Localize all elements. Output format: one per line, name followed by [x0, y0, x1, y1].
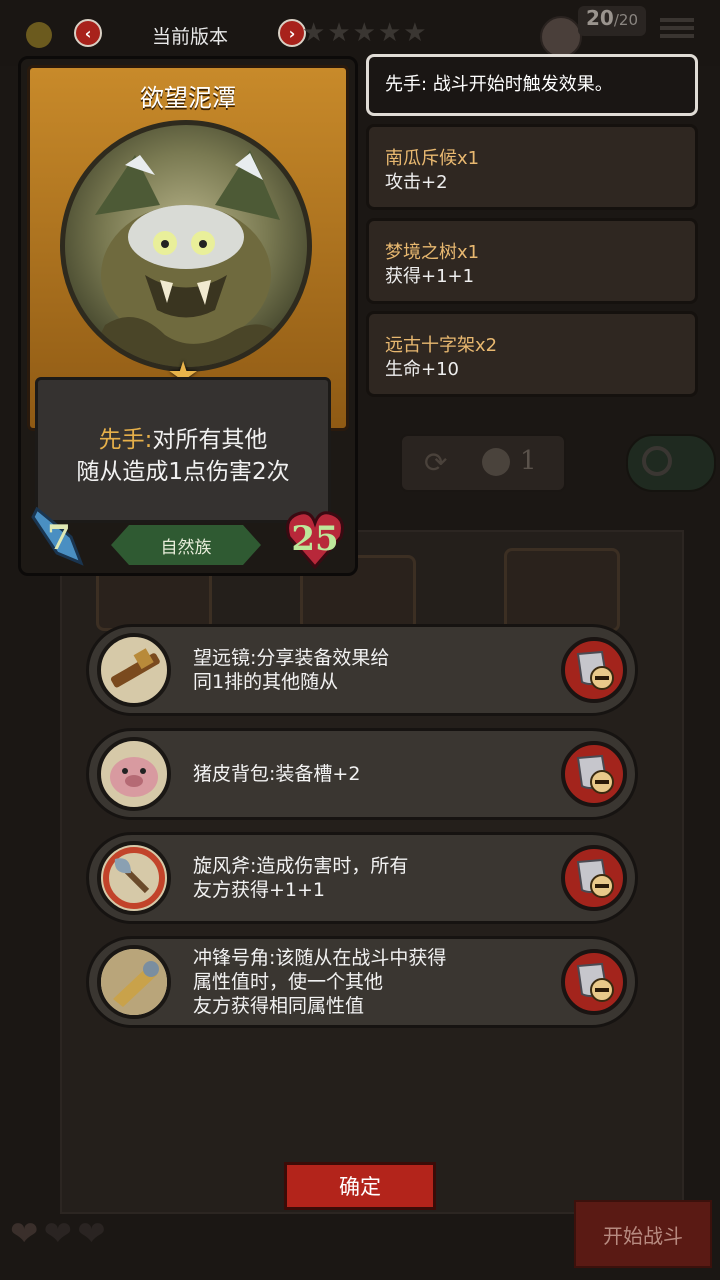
ability-line-2: 随从造成1点伤害2次 [76, 459, 290, 485]
remove-equipment-button[interactable] [561, 845, 627, 911]
card-ability-text: 先手:对所有其他 随从造成1点伤害2次 [35, 377, 331, 523]
health-value: 25 [291, 519, 339, 559]
star-rating: ★★★★★ [302, 18, 429, 48]
start-battle-button[interactable]: 开始战斗 [574, 1200, 712, 1268]
info-panel-enchant: 梦境之树x1 获得+1+1 [366, 218, 698, 304]
remove-equipment-button[interactable] [561, 637, 627, 703]
attack-value: 7 [47, 518, 71, 558]
star-icon: ★ [327, 18, 351, 48]
player-avatar[interactable] [540, 16, 582, 58]
heart-icon: ❤ [77, 1214, 106, 1254]
equipment-row: 望远镜:分享装备效果给 同1排的其他随从 [86, 624, 638, 716]
pig-backpack-icon [97, 737, 171, 811]
refresh-cost: 1 [520, 446, 537, 476]
health-stat: 25 [283, 507, 347, 571]
heart-icon: ❤ [43, 1214, 73, 1254]
info-panel-enchant: 南瓜斥候x1 攻击+2 [366, 124, 698, 210]
shield-remove-icon [576, 858, 614, 898]
shield-remove-icon [576, 962, 614, 1002]
info-panel-enchant: 远古十字架x2 生命+10 [366, 311, 698, 397]
gold-coin-icon [26, 22, 52, 48]
menu-icon[interactable] [660, 14, 694, 46]
info-enchant-text: 攻击+2 [385, 172, 448, 193]
swamp-monster-icon [85, 150, 285, 367]
info-panel-keyword: 先手: 战斗开始时触发效果。 [366, 54, 698, 116]
equipment-description: 旋风斧:造成伤害时，所有 友方获得+1+1 [193, 855, 409, 901]
equipment-row: 猪皮背包:装备槽+2 [86, 728, 638, 820]
shield-remove-icon [576, 650, 614, 690]
tribe-label: 自然族 [111, 525, 261, 565]
minion-portrait [60, 120, 312, 372]
remove-equipment-button[interactable] [561, 741, 627, 807]
version-label: 当前版本 [151, 26, 228, 48]
coin-icon [482, 448, 510, 476]
confirm-button[interactable]: 确定 [284, 1162, 436, 1210]
life-hearts: ❤ ❤ ❤ [10, 1214, 106, 1254]
attack-stat: 7 [31, 506, 87, 569]
star-icon: ★ [403, 18, 427, 48]
refresh-icon: ⟳ [424, 446, 448, 479]
equipment-description: 望远镜:分享装备效果给 同1排的其他随从 [193, 647, 390, 693]
info-enchant-name: 远古十字架x2 [385, 335, 498, 356]
star-icon: ★ [302, 18, 326, 48]
ability-keyword: 先手: [98, 427, 153, 453]
info-enchant-text: 生命+10 [385, 359, 459, 380]
equipment-row: 冲锋号角:该随从在战斗中获得 属性值时，使一个其他 友方获得相同属性值 [86, 936, 638, 1028]
info-enchant-name: 南瓜斥候x1 [385, 148, 480, 169]
minion-card: 欲望泥潭 ★ 先手:对所有其他 随从造成1点伤害2次 7 自然族 25 [18, 56, 358, 576]
star-icon: ★ [377, 18, 402, 48]
background-minion-slot [504, 548, 620, 632]
info-enchant-text: 获得+1+1 [385, 266, 475, 287]
search-button[interactable] [626, 434, 716, 492]
heart-icon: ❤ [10, 1214, 39, 1254]
war-horn-icon [97, 945, 171, 1019]
star-icon: ★ [352, 18, 376, 48]
whirlwind-axe-icon [97, 841, 171, 915]
info-keyword-text: 战斗开始时触发效果。 [432, 74, 613, 95]
turn-current: 20 [586, 6, 614, 30]
refresh-shop-button[interactable]: ⟳ 1 [400, 434, 566, 492]
prev-version-button[interactable]: ‹ [74, 19, 102, 47]
search-icon [642, 446, 672, 476]
equipment-row: 旋风斧:造成伤害时，所有 友方获得+1+1 [86, 832, 638, 924]
turn-max: /20 [613, 11, 638, 29]
info-enchant-name: 梦境之树x1 [385, 242, 480, 263]
info-keyword-name: 先手: [385, 74, 428, 95]
card-name: 欲望泥潭 [140, 84, 236, 112]
turn-counter: 20/20 [578, 6, 646, 36]
ability-line-1: 对所有其他 [152, 427, 268, 453]
spyglass-icon [97, 633, 171, 707]
remove-equipment-button[interactable] [561, 949, 627, 1015]
shield-remove-icon [576, 754, 614, 794]
equipment-description: 冲锋号角:该随从在战斗中获得 属性值时，使一个其他 友方获得相同属性值 [193, 947, 447, 1017]
equipment-description: 猪皮背包:装备槽+2 [193, 763, 361, 785]
